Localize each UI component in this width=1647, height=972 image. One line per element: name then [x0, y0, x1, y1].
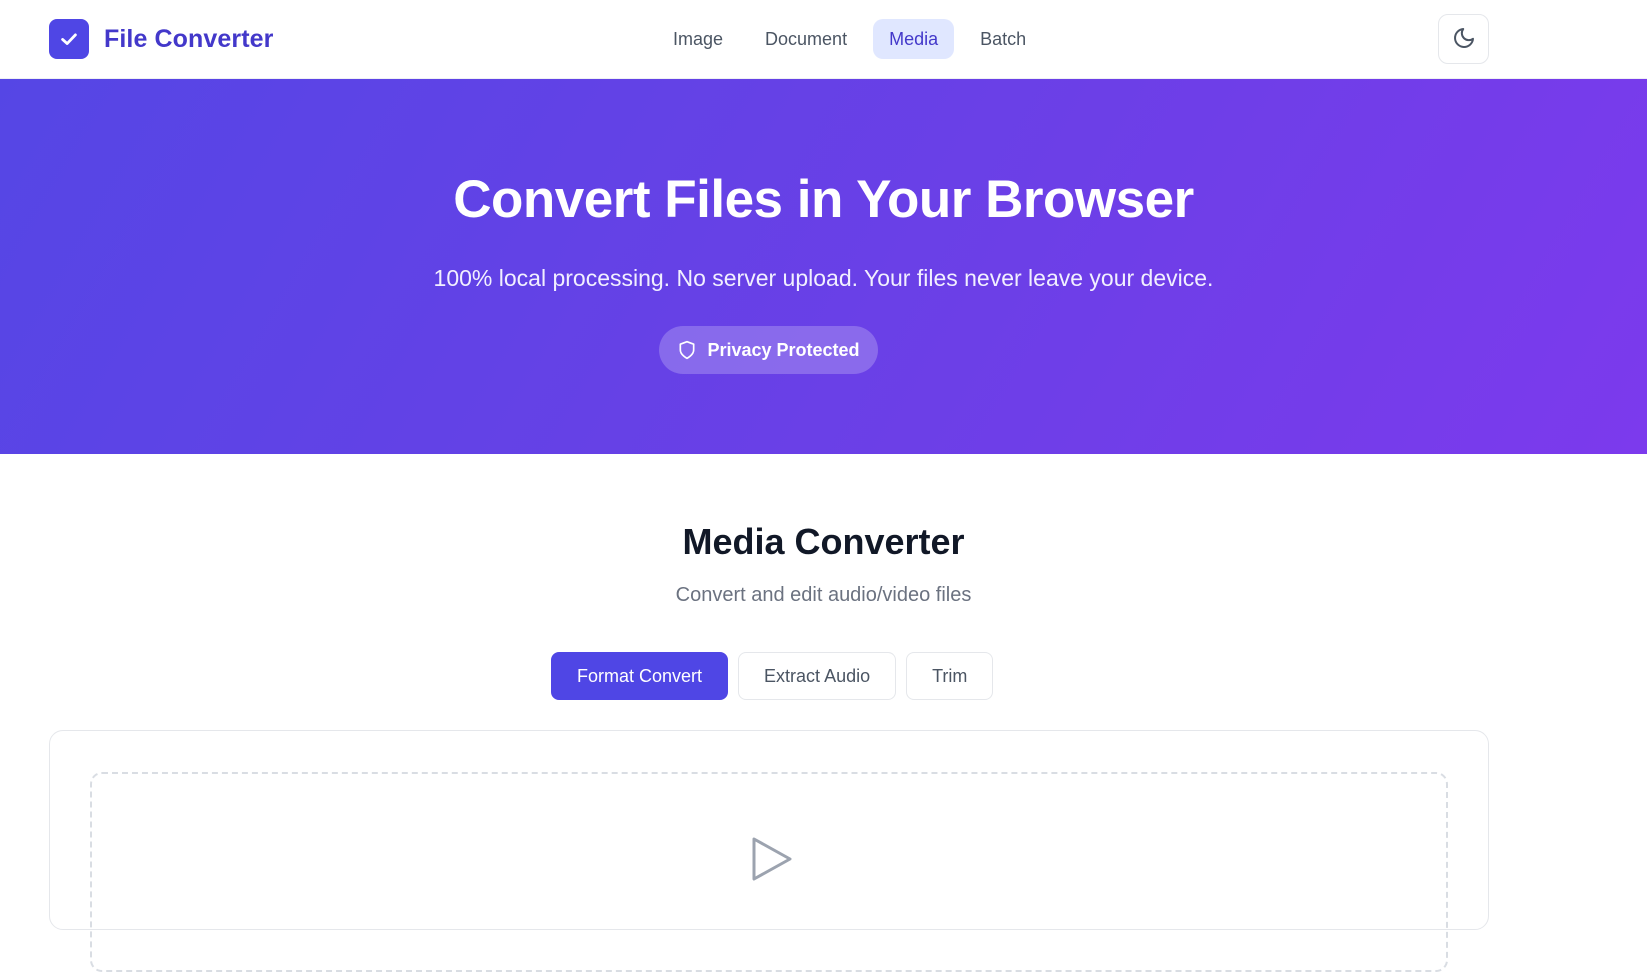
hero-banner: Convert Files in Your Browser 100% local…	[0, 79, 1647, 454]
main-nav: Image Document Media Batch	[657, 19, 1042, 59]
section-title: Media Converter	[682, 521, 965, 562]
file-dropzone[interactable]	[90, 772, 1448, 972]
hero-title: Convert Files in Your Browser	[453, 170, 1194, 229]
tab-trim[interactable]: Trim	[906, 652, 994, 700]
top-header: File Converter Image Document Media Batc…	[0, 0, 1647, 79]
converter-card	[49, 730, 1489, 972]
section-subtitle: Convert and edit audio/video files	[675, 584, 972, 606]
tab-extract-audio[interactable]: Extract Audio	[738, 652, 897, 700]
check-icon	[49, 19, 89, 59]
tab-format-convert[interactable]: Format Convert	[551, 652, 729, 700]
privacy-badge: Privacy Protected	[659, 326, 878, 374]
nav-item-image[interactable]: Image	[657, 19, 739, 59]
app-title: File Converter	[104, 24, 274, 53]
converter-tabs: Format Convert Extract Audio Trim	[551, 652, 994, 700]
play-icon	[750, 836, 794, 887]
nav-item-document[interactable]: Document	[749, 19, 863, 59]
moon-icon	[1452, 26, 1476, 53]
nav-item-batch[interactable]: Batch	[964, 19, 1042, 59]
shield-icon	[677, 340, 697, 360]
app-logo[interactable]: File Converter	[49, 19, 274, 59]
hero-subtitle: 100% local processing. No server upload.…	[433, 265, 1214, 291]
theme-toggle-button[interactable]	[1438, 14, 1489, 64]
nav-item-media[interactable]: Media	[873, 19, 955, 59]
privacy-badge-label: Privacy Protected	[707, 339, 860, 360]
